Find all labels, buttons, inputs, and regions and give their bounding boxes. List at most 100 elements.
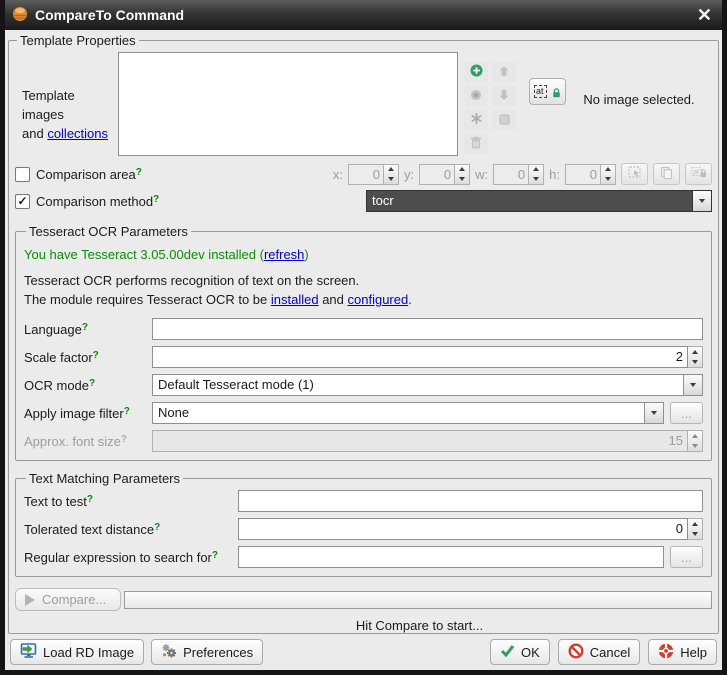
delete-image-button[interactable] (464, 134, 488, 154)
at-lock-disabled-icon: at (691, 166, 707, 182)
spinner-up-icon (688, 431, 702, 441)
tesseract-installed-status: You have Tesseract 3.05.00dev installed … (24, 247, 703, 262)
compare-button[interactable]: Compare... (15, 588, 121, 611)
collections-link[interactable]: collections (47, 126, 108, 141)
font-size-row: Approx. font size? 15 (24, 430, 703, 452)
spinner-up-icon (688, 519, 702, 529)
comparison-method-row: ✓ Comparison method? tocr (15, 190, 712, 212)
text-area-lock-button[interactable]: at (685, 163, 712, 185)
ok-button[interactable]: OK (490, 639, 550, 665)
comparison-method-select[interactable]: tocr (366, 190, 712, 212)
template-properties-legend: Template Properties (17, 33, 139, 48)
image-toolbar (464, 62, 516, 156)
help-marker: ? (121, 434, 127, 445)
comparison-method-checkbox[interactable]: ✓ (15, 194, 30, 209)
cancel-button[interactable]: Cancel (558, 639, 640, 665)
installed-link[interactable]: installed (271, 292, 319, 307)
stop-button[interactable] (492, 110, 516, 130)
regex-input[interactable] (238, 546, 664, 568)
spinner-up-icon (455, 165, 469, 175)
new-image-button[interactable] (464, 110, 488, 130)
help-button[interactable]: Help (648, 639, 717, 665)
chevron-down-icon[interactable] (645, 402, 664, 424)
area-coordinates: x: 0 y: 0 w: 0 h: 0 at (333, 163, 712, 185)
help-marker: ? (153, 194, 159, 205)
tolerated-distance-row: Tolerated text distance? 0 (24, 518, 703, 540)
move-down-button[interactable] (492, 86, 516, 106)
configured-link[interactable]: configured (348, 292, 409, 307)
text-to-test-label: Text to test? (24, 494, 238, 509)
help-marker: ? (124, 406, 130, 417)
trash-icon (470, 136, 482, 152)
text-matching-legend: Text Matching Parameters (26, 471, 183, 486)
tesseract-legend: Tesseract OCR Parameters (26, 224, 191, 239)
h-label: h: (549, 167, 560, 182)
help-marker: ? (87, 494, 93, 505)
language-row: Language? (24, 318, 703, 340)
record-image-button[interactable] (464, 86, 488, 106)
w-label: w: (475, 167, 488, 182)
load-rd-image-button[interactable]: Load RD Image (10, 639, 144, 665)
language-input[interactable] (152, 318, 703, 340)
font-size-label: Approx. font size? (24, 434, 152, 449)
close-icon[interactable]: ✕ (697, 6, 712, 24)
arrow-up-icon (498, 65, 510, 80)
image-filter-more-button[interactable]: ... (670, 402, 703, 424)
ocr-mode-select[interactable]: Default Tesseract mode (1) (152, 374, 703, 396)
spinner-down-icon (601, 174, 615, 184)
select-area-button[interactable] (621, 163, 648, 185)
title-bar[interactable]: CompareTo Command ✕ (5, 0, 722, 30)
copy-area-button[interactable] (653, 163, 680, 185)
record-circle-icon (470, 89, 482, 104)
y-spinner[interactable]: 0 (419, 164, 470, 185)
monitor-arrow-icon (20, 643, 37, 662)
help-marker: ? (93, 350, 99, 361)
x-spinner[interactable]: 0 (348, 164, 399, 185)
regex-more-button[interactable]: ... (670, 546, 703, 568)
regex-label: Regular expression to search for? (24, 550, 238, 565)
help-marker: ? (154, 522, 160, 533)
add-image-button[interactable] (464, 62, 488, 82)
comparison-area-checkbox[interactable] (15, 167, 30, 182)
help-marker: ? (136, 167, 142, 178)
tolerated-distance-spinner[interactable]: 0 (238, 518, 703, 540)
comparison-method-left: ✓ Comparison method? (15, 194, 360, 209)
font-size-spinner[interactable]: 15 (152, 430, 703, 452)
ocr-mode-label: OCR mode? (24, 378, 152, 393)
scale-factor-spinner[interactable]: 2 (152, 346, 703, 368)
compare-progress-bar (124, 591, 712, 609)
preferences-button[interactable]: Preferences (151, 639, 263, 665)
text-recognition-button[interactable]: at (529, 78, 566, 105)
copy-icon (660, 166, 673, 183)
select-region-icon (628, 166, 642, 182)
spinner-down-icon (384, 174, 398, 184)
tesseract-description-1: Tesseract OCR performs recognition of te… (24, 272, 703, 289)
compare-status-text: Hit Compare to start... (127, 618, 712, 633)
w-spinner[interactable]: 0 (493, 164, 544, 185)
help-marker: ? (89, 378, 95, 389)
refresh-link[interactable]: refresh (264, 247, 304, 262)
compare-row: Compare... (15, 588, 712, 611)
gears-icon (161, 643, 177, 662)
template-images-list[interactable] (118, 52, 458, 156)
text-to-test-row: Text to test? (24, 490, 703, 512)
arrow-down-icon (498, 89, 510, 104)
chevron-down-icon[interactable] (684, 374, 703, 396)
cancel-icon (568, 643, 584, 662)
tesseract-description-2: The module requires Tesseract OCR to be … (24, 291, 703, 308)
y-label: y: (404, 167, 414, 182)
text-to-test-input[interactable] (238, 490, 703, 512)
image-filter-select[interactable]: None (152, 402, 664, 424)
compareto-dialog: CompareTo Command ✕ Template Properties … (0, 0, 727, 675)
svg-text:at: at (693, 169, 699, 176)
footer-bar: Load RD Image Preferences OK Cancel Help (8, 639, 719, 665)
template-images-row: Template images and collections (15, 52, 712, 156)
template-properties-group: Template Properties Template images and … (8, 33, 719, 634)
spinner-up-icon (529, 165, 543, 175)
h-spinner[interactable]: 0 (565, 164, 616, 185)
spinner-up-icon (601, 165, 615, 175)
spinner-down-icon (688, 357, 702, 367)
spinner-down-icon (529, 174, 543, 184)
chevron-down-icon[interactable] (693, 190, 712, 212)
move-up-button[interactable] (492, 62, 516, 82)
